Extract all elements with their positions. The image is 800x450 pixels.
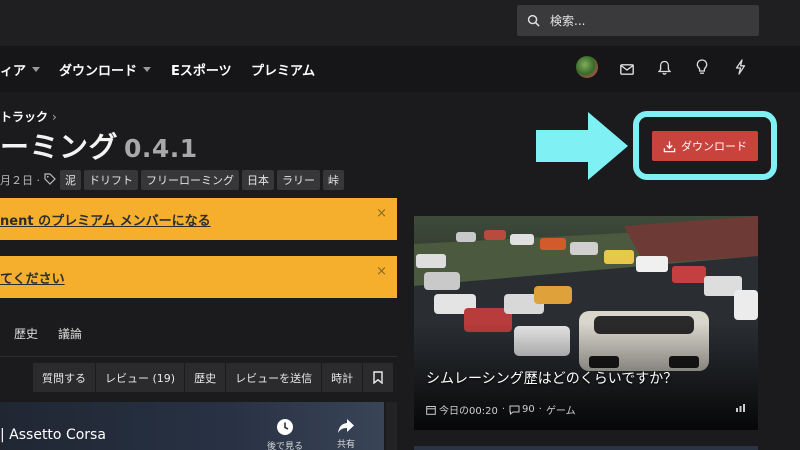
search-icon bbox=[527, 14, 540, 27]
tag-item[interactable]: 泥 bbox=[60, 170, 81, 190]
avatar[interactable] bbox=[576, 56, 598, 78]
next-card-edge bbox=[414, 446, 758, 450]
resource-version: 0.4.1 bbox=[124, 134, 198, 163]
tag-item[interactable]: 峠 bbox=[323, 170, 344, 190]
nav-item-premium[interactable]: プレミアム bbox=[251, 46, 315, 92]
resource-meta: 月２日 · 泥 ドリフト フリーローミング 日本 ラリー 峠 bbox=[0, 170, 347, 190]
article-comment-count: 90 bbox=[522, 404, 535, 415]
nav-item-label: Eスポーツ bbox=[171, 63, 232, 79]
bolt-icon[interactable] bbox=[730, 57, 750, 77]
nav-item-label: プレミアム bbox=[251, 63, 316, 79]
search-placeholder: 検索... bbox=[550, 14, 586, 28]
download-button[interactable]: ダウンロード bbox=[652, 131, 758, 161]
bookmark-icon bbox=[373, 371, 383, 384]
video-title[interactable]: | Assetto Corsa bbox=[0, 427, 106, 443]
breadcrumb-separator: › bbox=[52, 110, 57, 124]
action-bar: 質問する レビュー (19) 歴史 レビューを送信 時計 bbox=[33, 363, 395, 392]
video-embed[interactable]: | Assetto Corsa 後で見る 共有 bbox=[0, 402, 384, 450]
scrollbar[interactable] bbox=[386, 402, 397, 450]
share-label: 共有 bbox=[336, 440, 355, 450]
tag-item[interactable]: 日本 bbox=[242, 170, 274, 190]
notice-banner: nent のプレミアム メンバーになる × bbox=[0, 198, 397, 240]
main-nav: ィア ダウンロード Eスポーツ プレミアム bbox=[0, 46, 800, 92]
mail-icon[interactable] bbox=[617, 59, 637, 79]
meta-date: 月２日 · bbox=[0, 174, 40, 187]
watch-later-button[interactable]: 後で見る bbox=[265, 418, 305, 450]
chevron-down-icon bbox=[143, 66, 152, 72]
close-icon[interactable]: × bbox=[376, 264, 387, 279]
tag-item[interactable]: ラリー bbox=[277, 170, 320, 190]
ask-question-button[interactable]: 質問する bbox=[33, 363, 96, 392]
article-meta: 今日の00:20 · 90 · ゲーム bbox=[426, 402, 580, 417]
nav-item-downloads[interactable]: ダウンロード bbox=[59, 46, 152, 92]
breadcrumb-item[interactable]: トラック bbox=[0, 110, 48, 124]
download-button-label: ダウンロード bbox=[681, 140, 747, 153]
reviews-button[interactable]: レビュー (19) bbox=[96, 363, 186, 392]
article-title[interactable]: シムレーシング歴はどのくらいですか？ bbox=[426, 368, 677, 388]
tag-item[interactable]: ドリフト bbox=[84, 170, 138, 190]
article-image bbox=[414, 216, 758, 430]
notice-banner: てください × bbox=[0, 256, 397, 298]
bell-icon[interactable] bbox=[654, 57, 674, 77]
notice-link[interactable]: てください bbox=[0, 268, 65, 287]
separator: · bbox=[538, 404, 542, 415]
bookmark-button[interactable] bbox=[363, 363, 395, 392]
article-category[interactable]: ゲーム bbox=[546, 402, 576, 417]
write-review-button[interactable]: レビューを送信 bbox=[226, 363, 323, 392]
divider bbox=[0, 356, 397, 357]
top-bar: 検索... bbox=[0, 0, 800, 46]
nav-item-label: ダウンロード bbox=[59, 63, 138, 79]
nav-item-media[interactable]: ィア bbox=[0, 46, 41, 92]
share-icon bbox=[338, 419, 354, 433]
resource-title: ーミング bbox=[0, 130, 119, 164]
watch-button[interactable]: 時計 bbox=[322, 363, 364, 392]
chart-icon bbox=[736, 404, 745, 412]
download-icon bbox=[663, 140, 676, 152]
share-button[interactable]: 共有 bbox=[326, 418, 366, 450]
calendar-icon bbox=[426, 405, 436, 415]
notice-link[interactable]: nent のプレミアム メンバーになる bbox=[0, 210, 211, 229]
article-time: 今日の00:20 bbox=[439, 406, 498, 417]
nav-item-esports[interactable]: Eスポーツ bbox=[171, 46, 232, 92]
featured-article-card[interactable]: シムレーシング歴はどのくらいですか？ 今日の00:20 · 90 · ゲーム bbox=[414, 216, 758, 430]
tab-discussion[interactable]: 議論 bbox=[58, 325, 82, 342]
tag-item[interactable]: フリーローミング bbox=[141, 170, 239, 190]
history-button[interactable]: 歴史 bbox=[185, 363, 227, 392]
clock-icon bbox=[277, 419, 293, 435]
tab-history[interactable]: 歴史 bbox=[14, 325, 38, 342]
breadcrumb[interactable]: トラック › bbox=[0, 108, 57, 125]
watch-later-label: 後で見る bbox=[266, 442, 303, 450]
resource-tabs: 歴史 議論 bbox=[0, 310, 102, 356]
comment-icon bbox=[509, 405, 520, 415]
annotation-arrow-icon bbox=[536, 112, 628, 180]
tag-icon bbox=[44, 172, 56, 188]
page-title: ーミング 0.4.1 bbox=[0, 124, 198, 166]
close-icon[interactable]: × bbox=[376, 206, 387, 221]
nav-item-label: ィア bbox=[0, 63, 27, 79]
chevron-down-icon bbox=[32, 66, 41, 72]
search-input[interactable]: 検索... bbox=[517, 5, 759, 36]
separator: · bbox=[501, 404, 506, 415]
lightbulb-icon[interactable] bbox=[692, 57, 712, 77]
